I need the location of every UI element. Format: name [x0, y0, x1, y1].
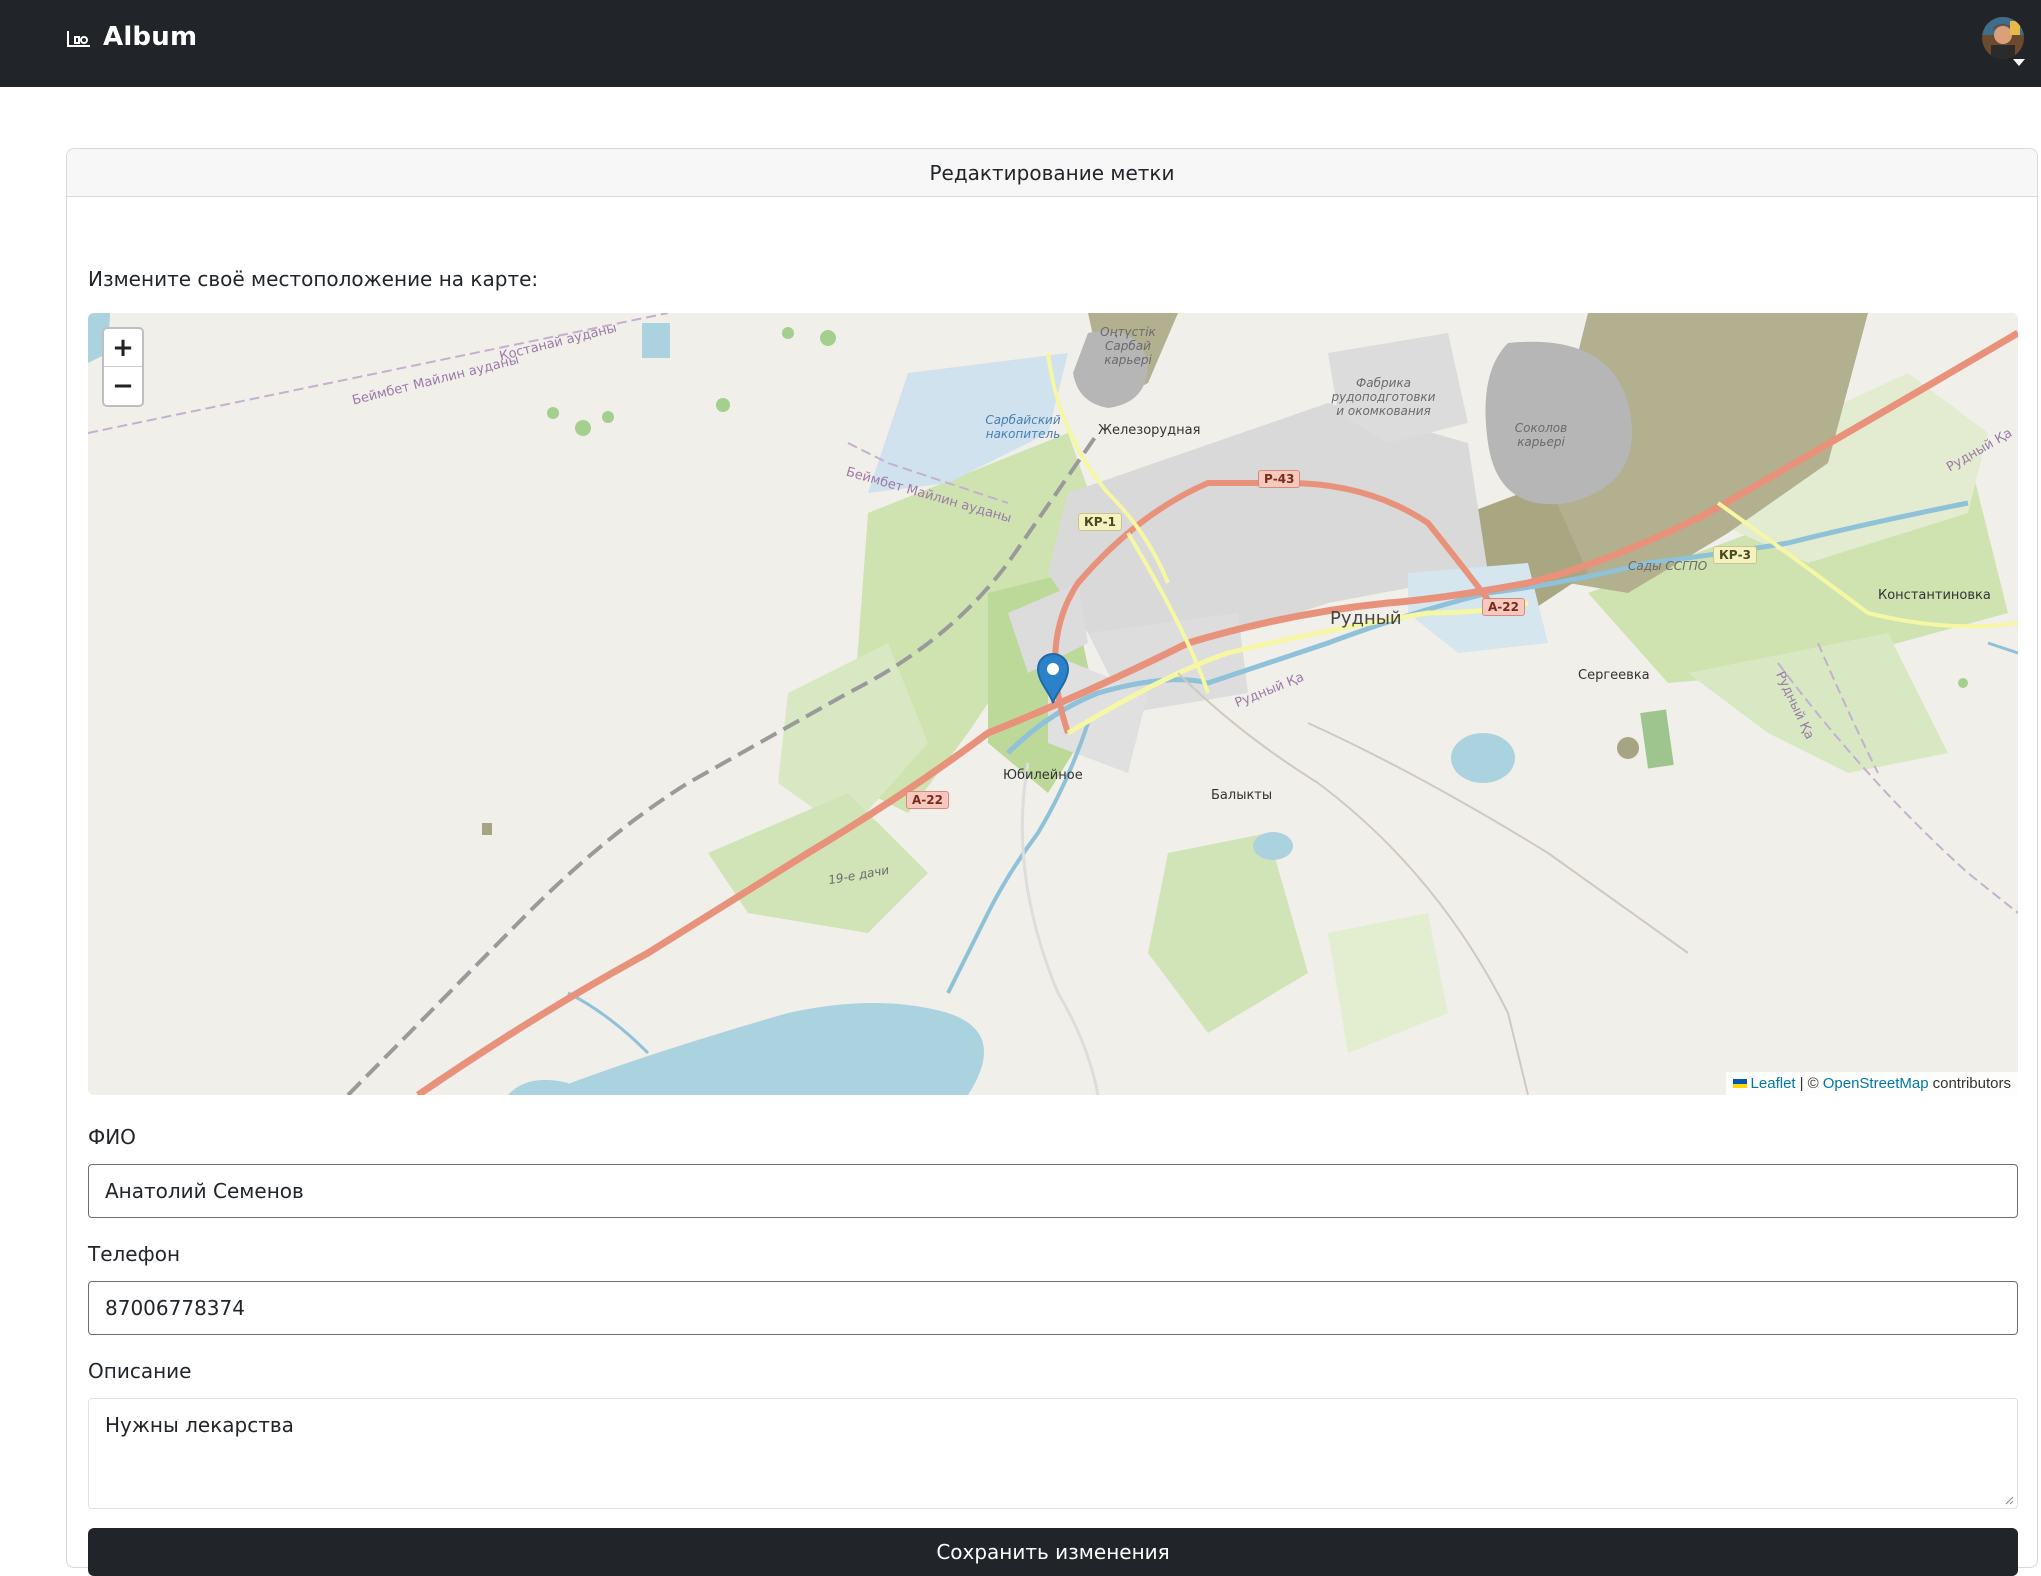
map-attribution: Leaflet | © OpenStreetMap contributors: [1725, 1072, 2018, 1095]
brand-title: Album: [103, 22, 198, 52]
map-label-sarbay-reservoir: Сарбайский накопитель: [985, 413, 1061, 441]
map-label-rudny: Рудный: [1330, 608, 1402, 629]
camera-icon: [67, 31, 90, 47]
map-label-sergeevka: Сергеевка: [1578, 668, 1650, 683]
road-shield-p43: Р-43: [1258, 470, 1301, 488]
location-marker-icon[interactable]: [1036, 652, 1070, 704]
brand-link[interactable]: Album: [65, 22, 197, 52]
location-map[interactable]: Рудный Железорудная Юбилейное Балыкты Се…: [88, 313, 2018, 1095]
road-shield-kp3: КР-3: [1713, 546, 1757, 564]
name-field[interactable]: Анатолий Семенов: [88, 1164, 2018, 1218]
zoom-out-button[interactable]: −: [104, 367, 142, 405]
name-label: ФИО: [88, 1125, 136, 1149]
phone-field[interactable]: 87006778374: [88, 1281, 2018, 1335]
road-shield-a22: А-22: [906, 791, 949, 809]
chevron-down-icon: [2013, 59, 2025, 66]
edit-marker-card: Редактирование метки Измените своё место…: [66, 148, 2038, 1576]
map-label-konstantinovka: Константиновка: [1878, 588, 1991, 603]
description-label: Описание: [88, 1359, 192, 1383]
map-label-yubileynoe: Юбилейное: [1003, 768, 1083, 783]
top-navbar: Album: [0, 0, 2041, 87]
user-avatar: [1982, 17, 2024, 59]
zoom-control: + −: [102, 327, 144, 407]
zoom-in-button[interactable]: +: [104, 329, 142, 367]
card-title: Редактирование метки: [67, 149, 2037, 197]
ukraine-flag-icon: [1732, 1079, 1747, 1088]
map-instruction: Измените своё местоположение на карте:: [88, 267, 539, 291]
map-label-zhelezorudnaya: Железорудная: [1098, 423, 1201, 438]
description-field[interactable]: Нужны лекарства: [88, 1398, 2018, 1509]
map-label-sarbay-quarry: Оңтүстік Сарбай карьері: [1100, 325, 1156, 367]
map-label-factory: Фабрика рудоподготовки и окомкования: [1331, 376, 1436, 418]
road-shield-kp1: КР-1: [1078, 513, 1122, 531]
resize-handle-icon[interactable]: [2004, 1495, 2014, 1505]
attribution-separator: | ©: [1799, 1075, 1819, 1092]
map-label-balykty: Балыкты: [1211, 788, 1273, 803]
map-label-sokolov: Соколов карьері: [1514, 421, 1568, 449]
map-label-sady: Сады ССГПО: [1628, 559, 1708, 573]
attribution-suffix: contributors: [1932, 1075, 2011, 1092]
phone-label: Телефон: [88, 1242, 181, 1266]
description-text: Нужны лекарства: [105, 1413, 294, 1437]
user-menu-toggle[interactable]: [1982, 17, 2028, 71]
save-changes-button[interactable]: Сохранить изменения: [88, 1528, 2018, 1576]
leaflet-link[interactable]: Leaflet: [1751, 1075, 1796, 1092]
openstreetmap-link[interactable]: OpenStreetMap: [1823, 1075, 1929, 1092]
road-shield-a22-east: А-22: [1482, 598, 1525, 616]
